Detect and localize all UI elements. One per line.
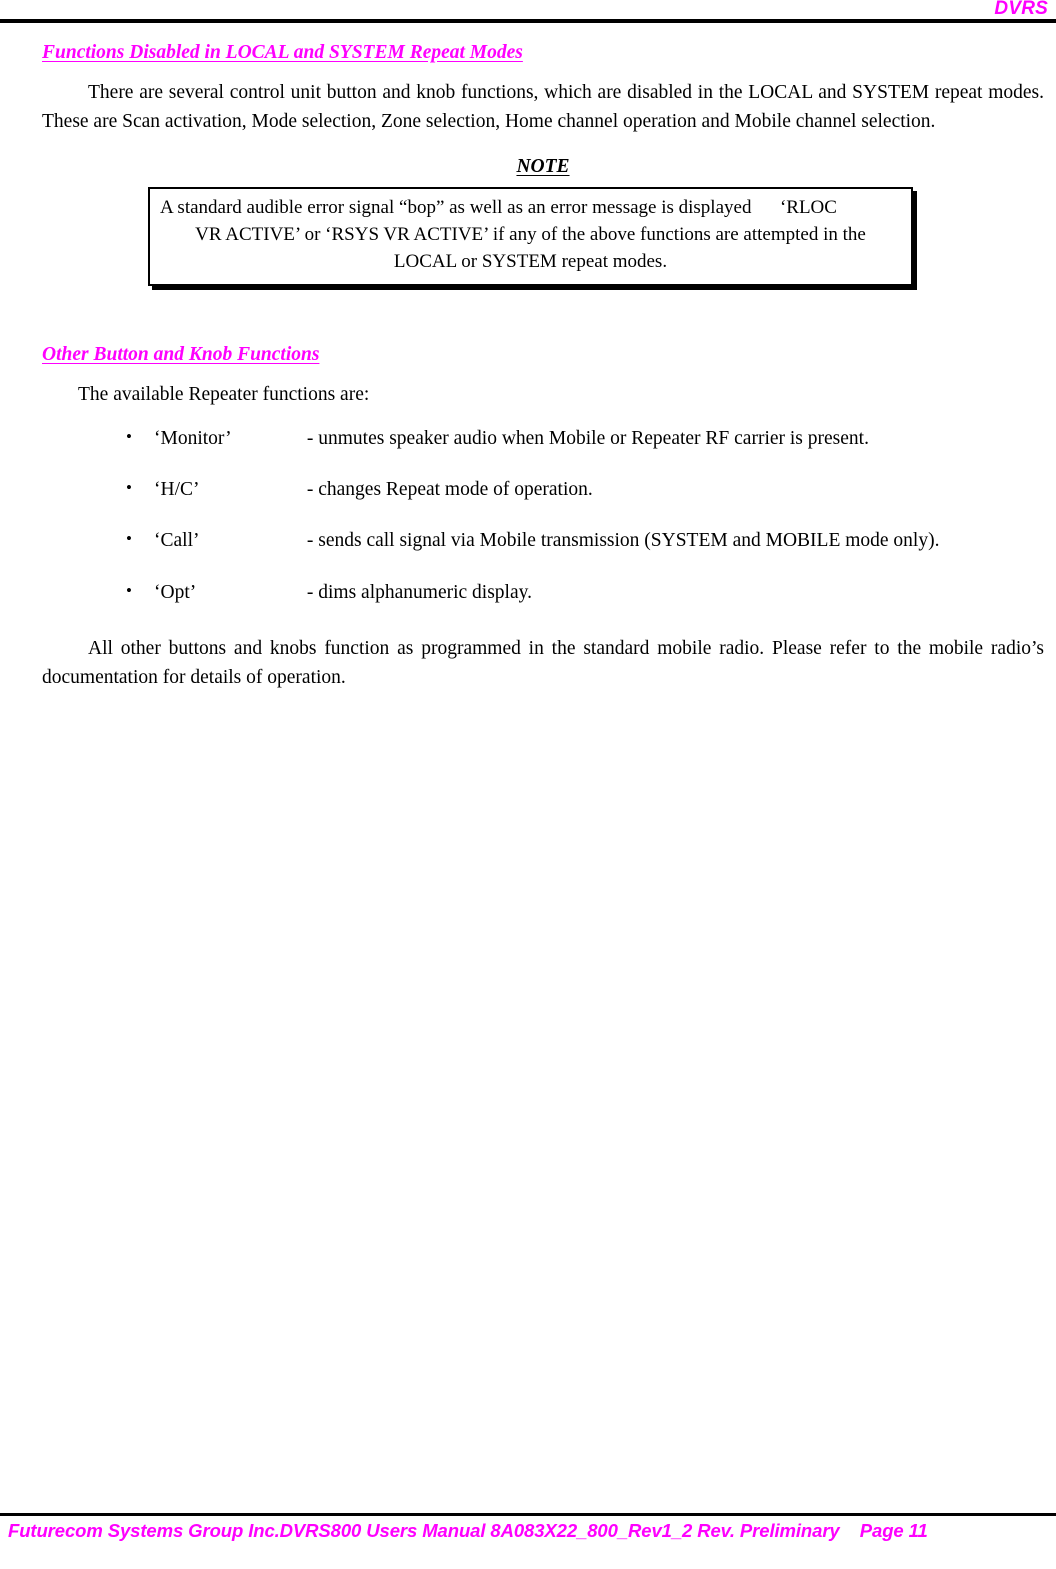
bullet-icon: • bbox=[126, 426, 132, 446]
header-rule bbox=[0, 19, 1056, 23]
bullet-icon: • bbox=[126, 580, 132, 600]
bullet-icon: • bbox=[126, 477, 132, 497]
document-page: DVRS Functions Disabled in LOCAL and SYS… bbox=[0, 0, 1056, 1569]
repeater-functions-list: • ‘Monitor’ - unmutes speaker audio when… bbox=[42, 426, 1044, 605]
header-title: DVRS bbox=[994, 0, 1048, 19]
note-box-wrapper: A standard audible error signal “bop” as… bbox=[42, 187, 1044, 286]
document-content: Functions Disabled in LOCAL and SYSTEM R… bbox=[42, 40, 1044, 692]
list-item-description: - unmutes speaker audio when Mobile or R… bbox=[306, 427, 869, 449]
note-box: A standard audible error signal “bop” as… bbox=[148, 187, 913, 286]
note-line-2: VR ACTIVE’ or ‘RSYS VR ACTIVE’ if any of… bbox=[195, 224, 866, 246]
list-item-description: - changes Repeat mode of operation. bbox=[306, 478, 593, 500]
note-title: NOTE bbox=[516, 155, 570, 177]
list-item: • ‘Opt’ - dims alphanumeric display. bbox=[42, 580, 1044, 605]
paragraph-repeater-intro: The available Repeater functions are: bbox=[78, 384, 370, 406]
paragraph-disabled-functions: There are several control unit button an… bbox=[42, 82, 1044, 132]
list-item-name: ‘Call’ bbox=[154, 530, 200, 552]
list-item: • ‘Call’ - sends call signal via Mobile … bbox=[42, 528, 1044, 553]
list-item: • ‘H/C’ - changes Repeat mode of operati… bbox=[42, 477, 1044, 502]
list-item-name: ‘H/C’ bbox=[154, 478, 200, 500]
paragraph-closing: All other buttons and knobs function as … bbox=[42, 637, 1044, 688]
bullet-icon: • bbox=[126, 529, 132, 549]
footer-text: Futurecom Systems Group Inc.DVRS800 User… bbox=[8, 1520, 928, 1541]
page-footer: Futurecom Systems Group Inc.DVRS800 User… bbox=[0, 1513, 1056, 1569]
section-heading-other-functions: Other Button and Knob Functions bbox=[42, 343, 320, 365]
note-line-1: A standard audible error signal “bop” as… bbox=[160, 197, 837, 219]
footer-rule bbox=[0, 1513, 1056, 1516]
list-item-description: - sends call signal via Mobile transmiss… bbox=[306, 530, 940, 552]
section-heading-disabled-functions: Functions Disabled in LOCAL and SYSTEM R… bbox=[42, 42, 523, 63]
list-item-description: - dims alphanumeric display. bbox=[306, 581, 532, 603]
note-line-3: LOCAL or SYSTEM repeat modes. bbox=[393, 250, 668, 272]
page-header: DVRS bbox=[0, 0, 1056, 24]
list-item-name: ‘Monitor’ bbox=[154, 427, 232, 449]
list-item: • ‘Monitor’ - unmutes speaker audio when… bbox=[42, 426, 1044, 451]
list-item-name: ‘Opt’ bbox=[154, 581, 197, 603]
